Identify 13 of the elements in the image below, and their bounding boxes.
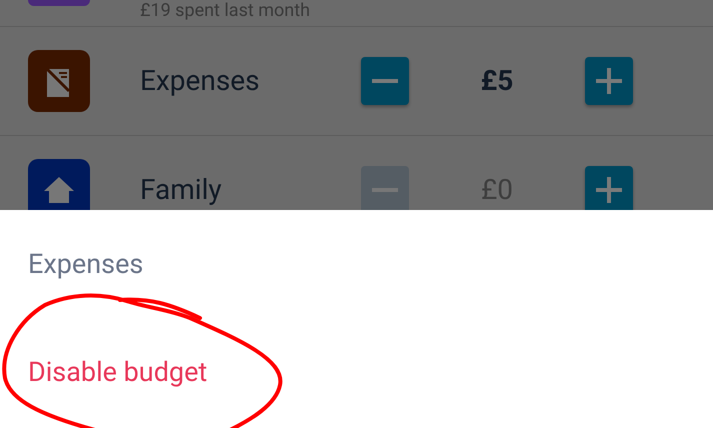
plus-icon: [596, 177, 622, 203]
category-name: Expenses: [140, 65, 261, 97]
decrease-button[interactable]: [361, 57, 409, 105]
sheet-title: Expenses: [28, 248, 144, 280]
budget-amount: £5: [480, 65, 514, 97]
category-name: Family: [140, 174, 223, 206]
plus-icon: [596, 68, 622, 94]
disable-budget-option[interactable]: Disable budget: [28, 356, 208, 388]
increase-button[interactable]: [585, 57, 633, 105]
minus-icon: [372, 188, 398, 192]
house-icon: [42, 175, 76, 205]
minus-icon: [372, 79, 398, 83]
increase-button[interactable]: [585, 166, 633, 210]
